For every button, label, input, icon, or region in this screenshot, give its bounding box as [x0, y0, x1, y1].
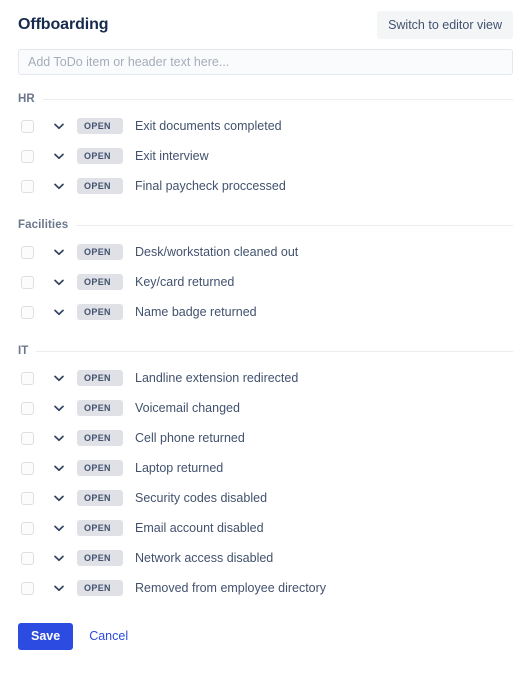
todo-row[interactable]: OPEN Cell phone returned	[18, 423, 513, 453]
chevron-down-icon[interactable]	[48, 525, 70, 532]
chevron-down-icon[interactable]	[48, 405, 70, 412]
todo-row[interactable]: OPEN Voicemail changed	[18, 393, 513, 423]
chevron-down-icon[interactable]	[48, 555, 70, 562]
todo-row[interactable]: OPEN Final paycheck proccessed	[18, 171, 513, 201]
chevron-down-icon[interactable]	[48, 375, 70, 382]
page-title: Offboarding	[18, 16, 109, 33]
todo-row[interactable]: OPEN Removed from employee directory	[18, 573, 513, 603]
todo-row[interactable]: OPEN Email account disabled	[18, 513, 513, 543]
add-todo-input[interactable]	[18, 49, 513, 75]
chevron-down-icon[interactable]	[48, 153, 70, 160]
status-badge: OPEN	[77, 549, 123, 567]
chevron-down-icon[interactable]	[48, 585, 70, 592]
chevron-down-icon[interactable]	[48, 249, 70, 256]
todo-row[interactable]: OPEN Exit documents completed	[18, 111, 513, 141]
todo-label[interactable]: Laptop returned	[135, 461, 223, 475]
section-header: HR	[18, 91, 513, 107]
todo-row[interactable]: OPEN Landline extension redirected	[18, 363, 513, 393]
panel-header: Offboarding Switch to editor view	[18, 0, 513, 44]
chevron-down-icon[interactable]	[48, 309, 70, 316]
todo-label[interactable]: Desk/workstation cleaned out	[135, 245, 298, 259]
section-header: Facilities	[18, 217, 513, 233]
todo-checkbox[interactable]	[21, 149, 34, 163]
section-title: IT	[18, 345, 29, 357]
offboarding-todo-panel: Offboarding Switch to editor view HR OPEN…	[0, 0, 531, 677]
todo-checkbox[interactable]	[21, 371, 34, 385]
save-button[interactable]: Save	[18, 623, 74, 650]
todo-label[interactable]: Voicemail changed	[135, 401, 240, 415]
chevron-down-icon[interactable]	[48, 183, 70, 190]
chevron-down-icon[interactable]	[48, 465, 70, 472]
status-badge: OPEN	[77, 579, 123, 597]
section-header: IT	[18, 343, 513, 359]
todo-label[interactable]: Landline extension redirected	[135, 371, 298, 385]
status-badge: OPEN	[77, 273, 123, 291]
todo-row[interactable]: OPEN Exit interview	[18, 141, 513, 171]
status-badge: OPEN	[77, 519, 123, 537]
todo-row[interactable]: OPEN Security codes disabled	[18, 483, 513, 513]
status-badge: OPEN	[77, 369, 123, 387]
todo-sections: HR OPEN Exit documents completed OPEN Exit i…	[18, 91, 513, 603]
todo-checkbox[interactable]	[21, 431, 34, 445]
todo-checkbox[interactable]	[21, 581, 34, 595]
todo-label[interactable]: Network access disabled	[135, 551, 273, 565]
todo-section: Facilities OPEN Desk/workstation cleaned o…	[18, 217, 513, 327]
cancel-button[interactable]: Cancel	[89, 629, 128, 643]
status-badge: OPEN	[77, 429, 123, 447]
todo-label[interactable]: Exit documents completed	[135, 119, 282, 133]
todo-row[interactable]: OPEN Name badge returned	[18, 297, 513, 327]
todo-label[interactable]: Security codes disabled	[135, 491, 267, 505]
todo-checkbox[interactable]	[21, 401, 34, 415]
todo-label[interactable]: Email account disabled	[135, 521, 264, 535]
todo-checkbox[interactable]	[21, 275, 34, 289]
status-badge: OPEN	[77, 147, 123, 165]
todo-checkbox[interactable]	[21, 119, 34, 133]
todo-checkbox[interactable]	[21, 179, 34, 193]
todo-checkbox[interactable]	[21, 521, 34, 535]
chevron-down-icon[interactable]	[48, 495, 70, 502]
todo-row[interactable]: OPEN Laptop returned	[18, 453, 513, 483]
chevron-down-icon[interactable]	[48, 435, 70, 442]
todo-checkbox[interactable]	[21, 305, 34, 319]
status-badge: OPEN	[77, 459, 123, 477]
section-title: HR	[18, 93, 35, 105]
status-badge: OPEN	[77, 489, 123, 507]
status-badge: OPEN	[77, 117, 123, 135]
todo-label[interactable]: Key/card returned	[135, 275, 234, 289]
status-badge: OPEN	[77, 399, 123, 417]
section-divider	[42, 98, 513, 100]
switch-to-editor-view-button[interactable]: Switch to editor view	[377, 10, 513, 40]
todo-label[interactable]: Final paycheck proccessed	[135, 179, 286, 193]
todo-section: IT OPEN Landline extension redirected OPEN V…	[18, 343, 513, 603]
status-badge: OPEN	[77, 303, 123, 321]
chevron-down-icon[interactable]	[48, 279, 70, 286]
todo-checkbox[interactable]	[21, 551, 34, 565]
todo-row[interactable]: OPEN Key/card returned	[18, 267, 513, 297]
section-divider	[76, 224, 513, 226]
todo-checkbox[interactable]	[21, 245, 34, 259]
todo-checkbox[interactable]	[21, 461, 34, 475]
section-divider	[36, 350, 513, 352]
panel-footer: Save Cancel	[18, 623, 513, 650]
todo-label[interactable]: Exit interview	[135, 149, 209, 163]
chevron-down-icon[interactable]	[48, 123, 70, 130]
todo-label[interactable]: Removed from employee directory	[135, 581, 326, 595]
todo-row[interactable]: OPEN Network access disabled	[18, 543, 513, 573]
section-title: Facilities	[18, 219, 69, 231]
todo-row[interactable]: OPEN Desk/workstation cleaned out	[18, 237, 513, 267]
todo-checkbox[interactable]	[21, 491, 34, 505]
todo-label[interactable]: Cell phone returned	[135, 431, 245, 445]
todo-section: HR OPEN Exit documents completed OPEN Exit i…	[18, 91, 513, 201]
todo-label[interactable]: Name badge returned	[135, 305, 257, 319]
status-badge: OPEN	[77, 243, 123, 261]
add-item-row	[18, 49, 513, 75]
status-badge: OPEN	[77, 177, 123, 195]
